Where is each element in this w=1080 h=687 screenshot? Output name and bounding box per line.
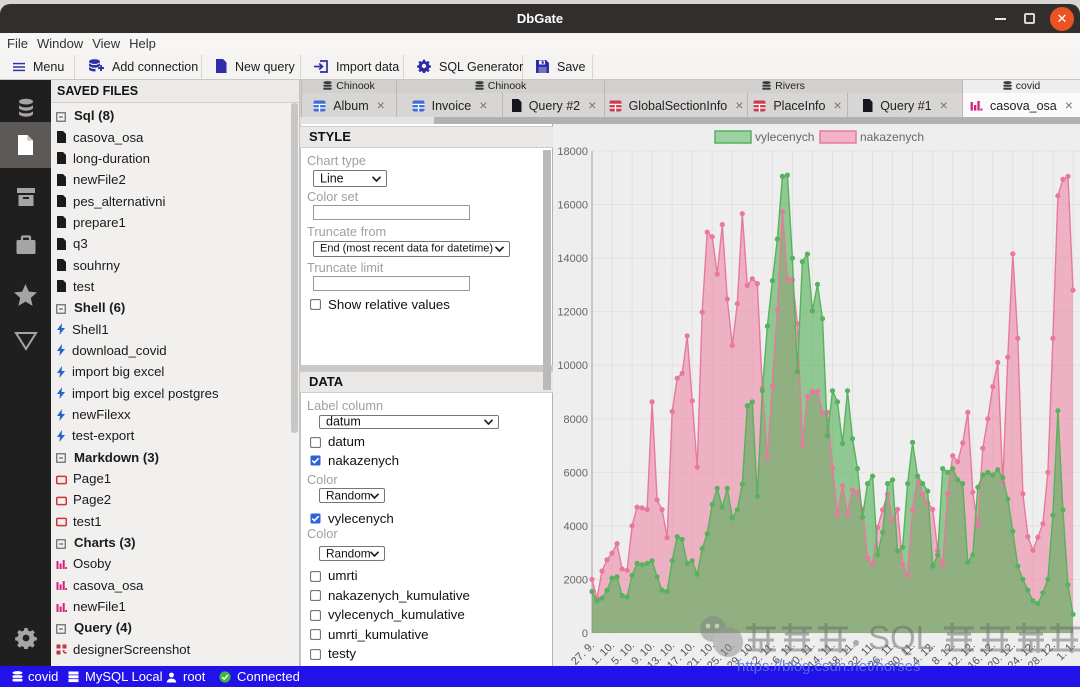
svg-text:SQL: SQL <box>868 619 934 656</box>
svg-text:https://blog.csdn.net/horses: https://blog.csdn.net/horses <box>737 658 920 675</box>
